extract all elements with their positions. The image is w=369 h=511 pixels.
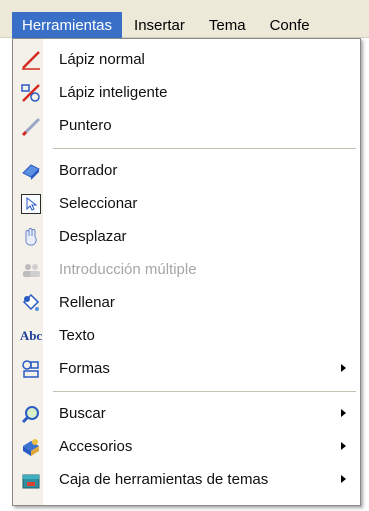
- menu-tema[interactable]: Tema: [197, 12, 258, 38]
- pencil-icon: [20, 49, 42, 71]
- menu-item-borrador[interactable]: Borrador: [13, 154, 360, 187]
- menu-item-label: Caja de herramientas de temas: [59, 471, 269, 488]
- menu-item-label: Seleccionar: [59, 195, 138, 212]
- menu-item-rellenar[interactable]: Rellenar: [13, 286, 360, 319]
- accessories-icon: [20, 436, 42, 458]
- menu-item-label: Rellenar: [59, 294, 115, 311]
- menu-separator: [13, 385, 360, 397]
- menu-configuracion[interactable]: Confe: [258, 12, 322, 38]
- menu-item-label: Formas: [59, 360, 110, 377]
- menu-item-formas[interactable]: Formas: [13, 352, 360, 385]
- menu-item-lapiz-normal[interactable]: Lápiz normal: [13, 43, 360, 76]
- hand-icon: [20, 226, 42, 248]
- menu-item-buscar[interactable]: Buscar: [13, 397, 360, 430]
- pointer-pen-icon: [20, 115, 42, 137]
- fill-icon: [20, 292, 42, 314]
- submenu-arrow-icon: [341, 409, 346, 417]
- menu-item-introduccion-multiple[interactable]: Introducción múltiple: [13, 253, 360, 286]
- menu-item-lapiz-inteligente[interactable]: Lápiz inteligente: [13, 76, 360, 109]
- submenu-arrow-icon: [341, 442, 346, 450]
- eraser-icon: [20, 160, 42, 182]
- shapes-icon: [20, 358, 42, 380]
- menu-separator: [13, 142, 360, 154]
- search-icon: [20, 403, 42, 425]
- menu-item-label: Introducción múltiple: [59, 261, 197, 278]
- menu-item-label: Buscar: [59, 405, 106, 422]
- menu-item-label: Texto: [59, 327, 95, 344]
- menu-item-desplazar[interactable]: Desplazar: [13, 220, 360, 253]
- menu-item-label: Lápiz inteligente: [59, 84, 168, 101]
- menu-insertar[interactable]: Insertar: [122, 12, 197, 38]
- menu-item-label: Borrador: [59, 162, 118, 179]
- submenu-arrow-icon: [341, 364, 346, 372]
- menu-item-label: Accesorios: [59, 438, 133, 455]
- menu-bar: Herramientas Insertar Tema Confe: [0, 0, 369, 38]
- menu-item-seleccionar[interactable]: Seleccionar: [13, 187, 360, 220]
- multi-user-icon: [20, 259, 42, 281]
- menu-item-caja-herramientas[interactable]: Caja de herramientas de temas: [13, 463, 360, 496]
- menu-item-texto[interactable]: Abc Texto: [13, 319, 360, 352]
- menu-herramientas[interactable]: Herramientas: [12, 12, 123, 38]
- menu-item-label: Lápiz normal: [59, 51, 145, 68]
- toolbox-icon: [20, 469, 42, 491]
- menu-item-label: Puntero: [59, 117, 112, 134]
- menu-item-puntero[interactable]: Puntero: [13, 109, 360, 142]
- menu-item-accesorios[interactable]: Accesorios: [13, 430, 360, 463]
- smart-pencil-icon: [20, 82, 42, 104]
- submenu-arrow-icon: [341, 475, 346, 483]
- text-icon-glyph: Abc: [19, 328, 43, 343]
- menu-item-label: Desplazar: [59, 228, 127, 245]
- text-icon: Abc: [20, 325, 42, 347]
- herramientas-dropdown: Lápiz normal Lápiz inteligente Puntero B…: [12, 38, 361, 506]
- select-cursor-icon: [20, 193, 42, 215]
